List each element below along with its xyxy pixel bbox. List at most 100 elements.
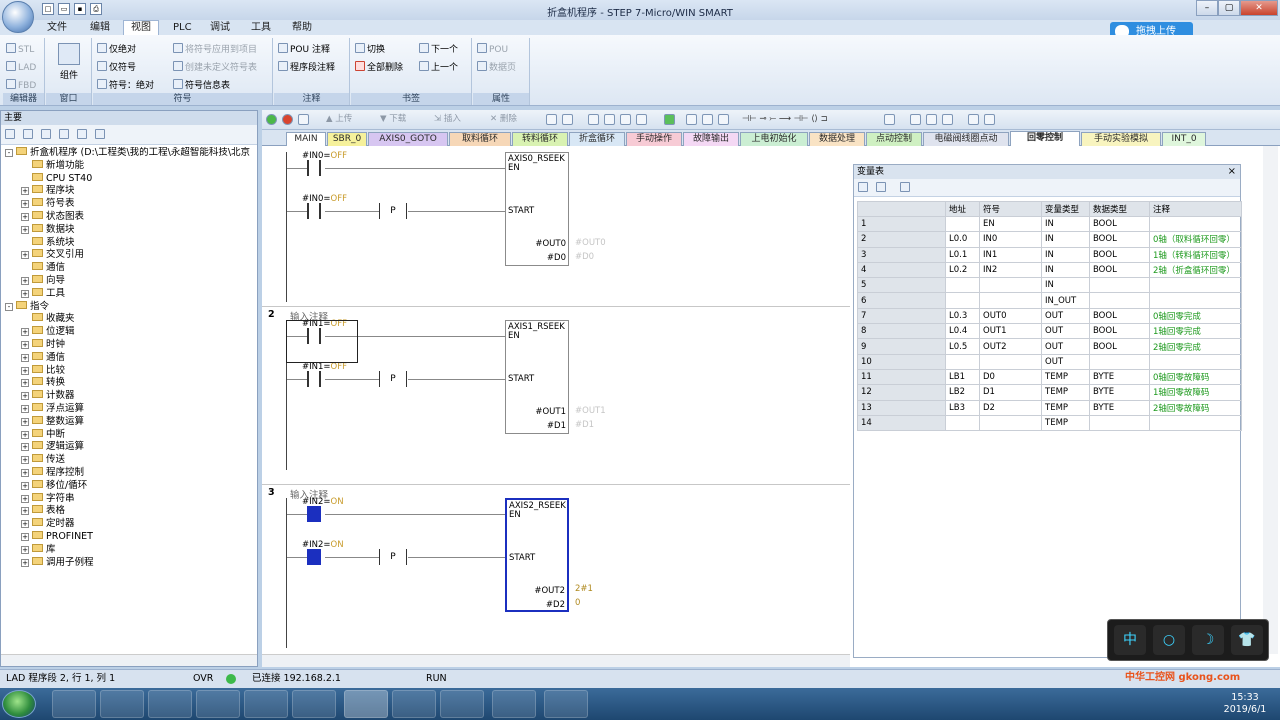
expand-icon[interactable]: + (21, 289, 29, 298)
tree-item[interactable]: + 时钟 (21, 339, 65, 352)
tree-tool-icon[interactable] (77, 129, 87, 139)
close-button[interactable]: ✕ (1240, 0, 1278, 16)
symbol-info-table-button[interactable]: 符号信息表 (173, 79, 230, 92)
tree-item[interactable]: + 浮点运算 (21, 403, 84, 416)
upload-toolbar-button[interactable]: ▲ 上传 (326, 113, 352, 126)
absolute-only-button[interactable]: 仅绝对 (97, 43, 136, 56)
table-cell[interactable]: TEMP (1041, 414, 1090, 432)
table-row[interactable]: 6 IN_OUT (857, 292, 1242, 309)
tree-item[interactable]: + PROFINET (21, 531, 93, 544)
tree-tool-icon[interactable] (5, 129, 15, 139)
menu-file[interactable]: 文件 (40, 20, 74, 35)
column-header[interactable]: 地址 (945, 201, 980, 217)
table-cell[interactable] (979, 277, 1042, 294)
tree-item[interactable]: + 定时器 (21, 518, 75, 531)
toolbar-icon[interactable] (900, 182, 910, 192)
expand-icon[interactable]: + (21, 456, 29, 465)
tree-item[interactable]: CPU ST40 (21, 172, 92, 186)
pou-tab[interactable]: 上电初始化 (740, 132, 808, 146)
table-cell[interactable]: BYTE (1089, 368, 1150, 386)
table-row[interactable]: 2 L0.0 IN0 IN BOOL 0轴（取料循环回零） (857, 231, 1242, 248)
table-cell[interactable]: OUT (1041, 338, 1090, 355)
tree-tool-icon[interactable] (41, 129, 51, 139)
expand-icon[interactable]: + (21, 225, 29, 234)
table-cell[interactable]: IN (1041, 215, 1090, 233)
pou-tab[interactable]: 回零控制 (1010, 131, 1080, 146)
column-header[interactable]: 符号 (979, 201, 1042, 217)
toolbar-icon[interactable] (926, 114, 937, 125)
table-cell[interactable]: 2轴回零故障码 (1149, 399, 1242, 416)
table-cell[interactable]: 1轴回零故障码 (1149, 384, 1242, 401)
component-icon[interactable] (58, 43, 80, 65)
expand-icon[interactable]: + (21, 417, 29, 426)
table-cell[interactable]: 2轴回零完成 (1149, 338, 1242, 355)
table-cell[interactable]: IN (1041, 277, 1090, 294)
table-cell[interactable]: IN (1041, 246, 1090, 263)
table-cell[interactable]: BOOL (1089, 338, 1150, 355)
toolbar-icon[interactable] (686, 114, 697, 125)
toolbar-icon[interactable] (718, 114, 729, 125)
expand-icon[interactable]: + (21, 533, 29, 541)
expand-icon[interactable]: + (21, 443, 29, 452)
data-page-button[interactable]: 数据页 (477, 61, 516, 74)
table-row[interactable]: 13 LB3 D2 TEMP BYTE 2轴回零故障码 (857, 399, 1242, 416)
horizontal-scrollbar[interactable] (1, 654, 257, 666)
table-cell[interactable]: 7 (857, 307, 946, 325)
expand-icon[interactable]: + (21, 328, 29, 337)
table-row[interactable]: 4 L0.2 IN2 IN BOOL 2轴（折盒循环回零） (857, 261, 1242, 279)
tree-tool-icon[interactable] (59, 129, 69, 139)
table-cell[interactable]: L0.0 (945, 231, 980, 248)
table-cell[interactable]: 6 (857, 292, 946, 309)
table-cell[interactable]: D1 (979, 384, 1042, 401)
column-header[interactable] (857, 201, 946, 217)
table-cell[interactable] (1089, 277, 1150, 294)
table-cell[interactable]: IN0 (979, 231, 1042, 248)
table-cell[interactable] (1149, 414, 1242, 432)
insert-row-icon[interactable] (858, 182, 868, 192)
table-cell[interactable]: L0.4 (945, 323, 980, 340)
app-menu-orb[interactable] (2, 1, 34, 33)
tree-item[interactable]: + 工具 (21, 287, 65, 301)
expand-icon[interactable]: + (21, 251, 29, 260)
table-cell[interactable]: L0.1 (945, 246, 980, 263)
table-cell[interactable]: OUT (1041, 323, 1090, 340)
table-cell[interactable]: 0轴回零故障码 (1149, 368, 1242, 386)
table-cell[interactable]: L0.3 (945, 307, 980, 325)
fbd-button[interactable]: FBD (6, 79, 36, 92)
minimize-button[interactable]: – (1196, 0, 1218, 16)
pou-comment-button[interactable]: POU 注释 (278, 43, 330, 56)
insert-contact-icon[interactable]: ⊣⊢ ⊸ ⤚ ⟶ ⊣⊢ ⟨⟩ ⊐ (742, 113, 828, 126)
table-cell[interactable] (1089, 292, 1150, 309)
table-cell[interactable]: BYTE (1089, 384, 1150, 401)
menu-tools[interactable]: 工具 (244, 20, 278, 35)
pou-tab[interactable]: INT_0 (1162, 132, 1206, 146)
tree-item[interactable]: 收藏夹 (21, 313, 75, 326)
table-cell[interactable]: IN (1041, 261, 1090, 279)
pou-tab[interactable]: AXIS0_GOTO (368, 132, 448, 146)
expand-icon[interactable]: + (21, 558, 29, 567)
tree-item[interactable]: + 通信 (21, 351, 65, 365)
table-cell[interactable] (979, 292, 1042, 309)
table-cell[interactable] (1089, 414, 1150, 432)
tree-item[interactable]: + 位逻辑 (21, 326, 75, 339)
maximize-button[interactable]: ▢ (1218, 0, 1240, 16)
ime-skin-button[interactable]: 👕 (1231, 625, 1263, 655)
table-cell[interactable] (979, 353, 1042, 370)
positive-edge-contact[interactable]: P (379, 371, 407, 387)
table-cell[interactable]: 2 (857, 231, 946, 248)
table-cell[interactable] (1089, 353, 1150, 370)
toolbar-icon[interactable] (604, 114, 615, 125)
expand-icon[interactable]: + (21, 405, 29, 413)
table-cell[interactable]: 10 (857, 353, 946, 370)
table-cell[interactable]: TEMP (1041, 399, 1090, 416)
table-cell[interactable]: 14 (857, 414, 946, 432)
pou-tab[interactable]: 手动实验模拟 (1081, 132, 1161, 146)
tree-tool-icon[interactable] (95, 129, 105, 139)
expand-icon[interactable]: + (21, 430, 29, 439)
table-cell[interactable]: OUT (1041, 353, 1090, 370)
pou-tab[interactable]: SBR_0 (327, 132, 367, 146)
ime-punctuation-button[interactable]: ○ (1153, 625, 1185, 655)
table-cell[interactable] (979, 414, 1042, 432)
menu-debug[interactable]: 调试 (203, 20, 237, 35)
expand-icon[interactable]: + (21, 520, 29, 529)
